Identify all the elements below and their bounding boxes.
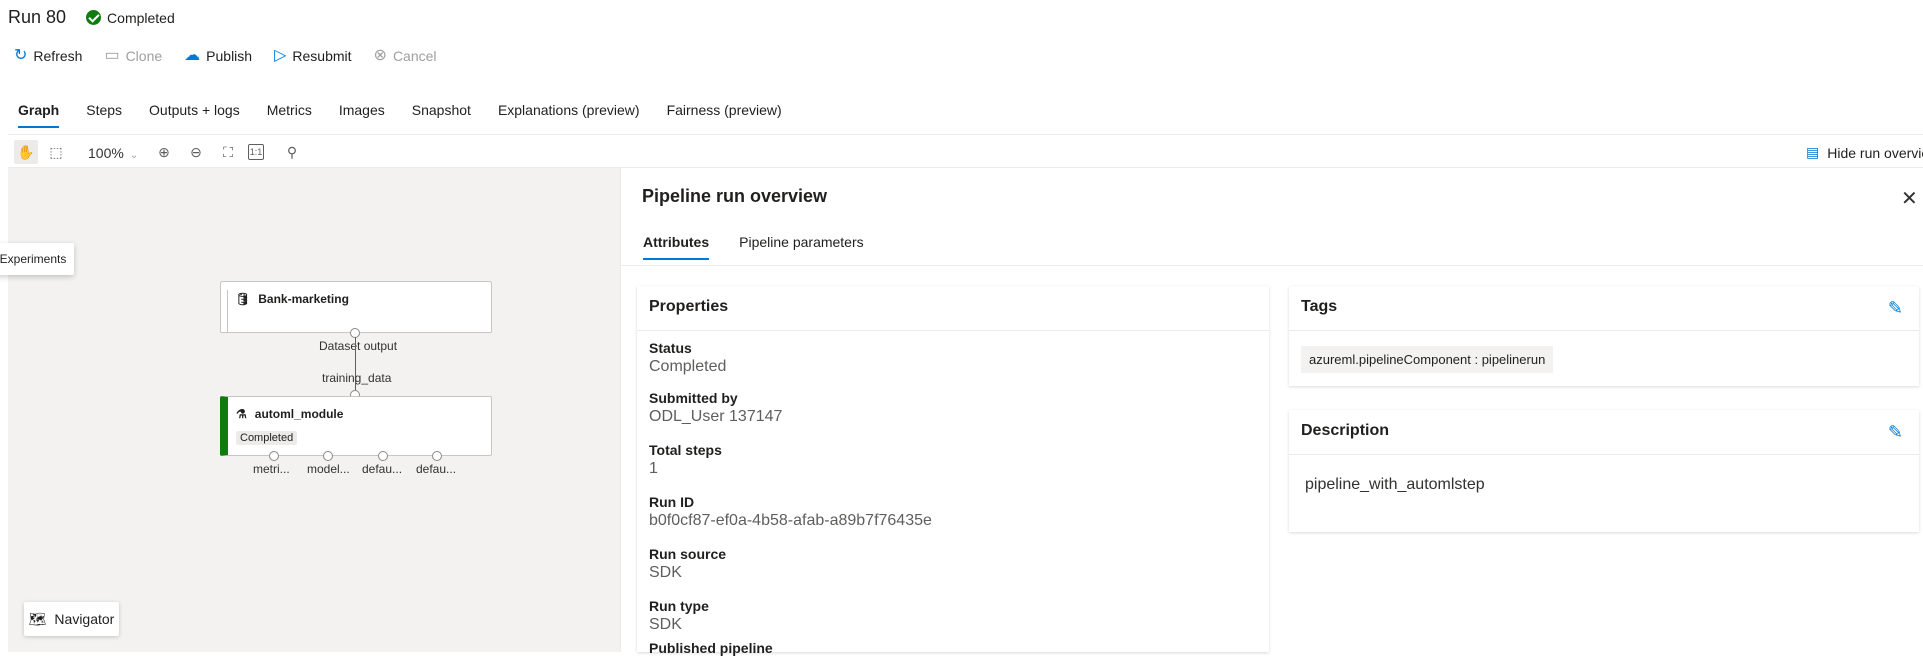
node-status-badge: Completed [236,431,298,445]
map-icon: 🗺 [28,610,47,627]
resubmit-button[interactable]: ▷ Resubmit [274,47,351,65]
dataset-node[interactable]: 🛢 Bank-marketing [220,281,492,333]
tab-explanations[interactable]: Explanations (preview) [498,102,640,128]
output-port[interactable] [432,451,442,461]
hide-run-overview-button[interactable]: ▤ Hide run overview [1806,144,1923,161]
output-port[interactable] [323,451,333,461]
command-bar: ↻ Refresh ▭ Clone ☁ Publish ▷ Resubmit ⊗… [14,47,437,65]
zoom-in-icon[interactable]: ⊕ [152,140,176,164]
divider [1289,330,1919,331]
divider [1289,454,1919,455]
status-badge: Completed [86,10,175,26]
property-run-source: Run source SDK [649,546,727,581]
tab-attributes[interactable]: Attributes [643,234,710,260]
fit-to-screen-icon[interactable]: ⛶ [216,140,240,164]
property-total-steps: Total steps 1 [649,442,722,477]
close-icon[interactable]: ✕ [1901,186,1918,211]
pencil-icon[interactable]: ✎ [1888,422,1903,443]
clone-icon: ▭ [104,47,120,64]
refresh-button[interactable]: ↻ Refresh [14,47,82,65]
tab-steps[interactable]: Steps [86,102,122,128]
properties-card: Properties Status Completed Submitted by… [637,286,1269,656]
cancel-icon: ⊗ [373,47,387,64]
play-icon: ▷ [274,47,287,64]
node-title: Bank-marketing [258,292,349,306]
node-left-bar [227,290,228,332]
zoom-out-icon[interactable]: ⊖ [184,140,208,164]
search-icon[interactable]: ⚲ [280,140,304,164]
navigator-button[interactable]: 🗺 Navigator [24,602,119,636]
clone-button[interactable]: ▭ Clone [104,47,162,65]
property-status: Status Completed [649,340,727,375]
port-label: metri... [253,462,290,476]
port-label: Dataset output [319,339,398,353]
automl-module-node[interactable]: ⚗ automl_module Completed [220,396,492,456]
select-icon[interactable]: ⬚ [44,140,68,164]
publish-button[interactable]: ☁ Publish [184,47,252,65]
database-icon: 🛢 [235,292,251,306]
actual-size-icon[interactable]: 1:1 [248,144,264,160]
description-card: Description ✎ pipeline_with_automlstep [1289,410,1919,532]
tab-images[interactable]: Images [339,102,385,128]
refresh-icon: ↻ [14,47,28,64]
card-heading: Tags [1301,298,1338,315]
tab-graph[interactable]: Graph [18,102,60,128]
port-label: defau... [416,462,457,476]
property-run-type: Run type SDK [649,598,709,633]
run-header: Run 80 Completed [8,7,175,28]
panel-tabs: Attributes Pipeline parameters [643,234,894,260]
run-tabs: Graph Steps Outputs + logs Metrics Image… [18,102,809,128]
edge-label: training_data [322,371,392,385]
pencil-icon[interactable]: ✎ [1888,298,1903,319]
divider [637,330,1269,331]
card-heading: Properties [649,298,729,315]
divider [621,265,1923,266]
module-icon: ⚗ [236,407,247,421]
port-label: defau... [362,462,403,476]
experiments-tooltip: Experiments [0,243,74,275]
tab-fairness[interactable]: Fairness (preview) [667,102,782,128]
check-circle-icon [86,10,102,25]
graph-toolbar: ✋ ⬚ 100%⌄ ⊕ ⊖ ⛶ 1:1 ⚲ ▤ Hide run overvie… [8,134,1923,168]
tab-metrics[interactable]: Metrics [267,102,312,128]
port-label: model... [307,462,350,476]
status-text: Completed [107,9,175,26]
tags-card: Tags ✎ azureml.pipelineComponent : pipel… [1289,286,1919,386]
tab-outputs-logs[interactable]: Outputs + logs [149,102,240,128]
description-text: pipeline_with_automlstep [1305,476,1485,493]
tab-snapshot[interactable]: Snapshot [412,102,471,128]
page-title: Run 80 [8,7,67,27]
chevron-down-icon: ⌄ [129,150,139,161]
card-heading: Description [1301,422,1390,439]
cancel-button[interactable]: ⊗ Cancel [373,47,437,65]
pan-hand-icon[interactable]: ✋ [14,140,38,164]
tag-chip: azureml.pipelineComponent : pipelinerun [1301,346,1554,373]
property-published-pipeline: Published pipeline [649,640,773,656]
property-run-id: Run ID b0f0cf87-ef0a-4b58-afab-a89b7f764… [649,494,932,529]
cloud-upload-icon: ☁ [184,47,201,64]
output-port[interactable] [269,451,279,461]
panel-icon: ▤ [1806,144,1820,160]
property-submitted-by: Submitted by ODL_User 137147 [649,390,783,425]
zoom-dropdown[interactable]: 100% ⌄ [88,145,138,161]
node-title: automl_module [254,407,344,421]
run-overview-panel: Pipeline run overview ✕ Attributes Pipel… [620,168,1923,656]
tab-pipeline-parameters[interactable]: Pipeline parameters [739,234,864,260]
panel-title: Pipeline run overview [642,186,828,206]
output-port[interactable] [378,451,388,461]
